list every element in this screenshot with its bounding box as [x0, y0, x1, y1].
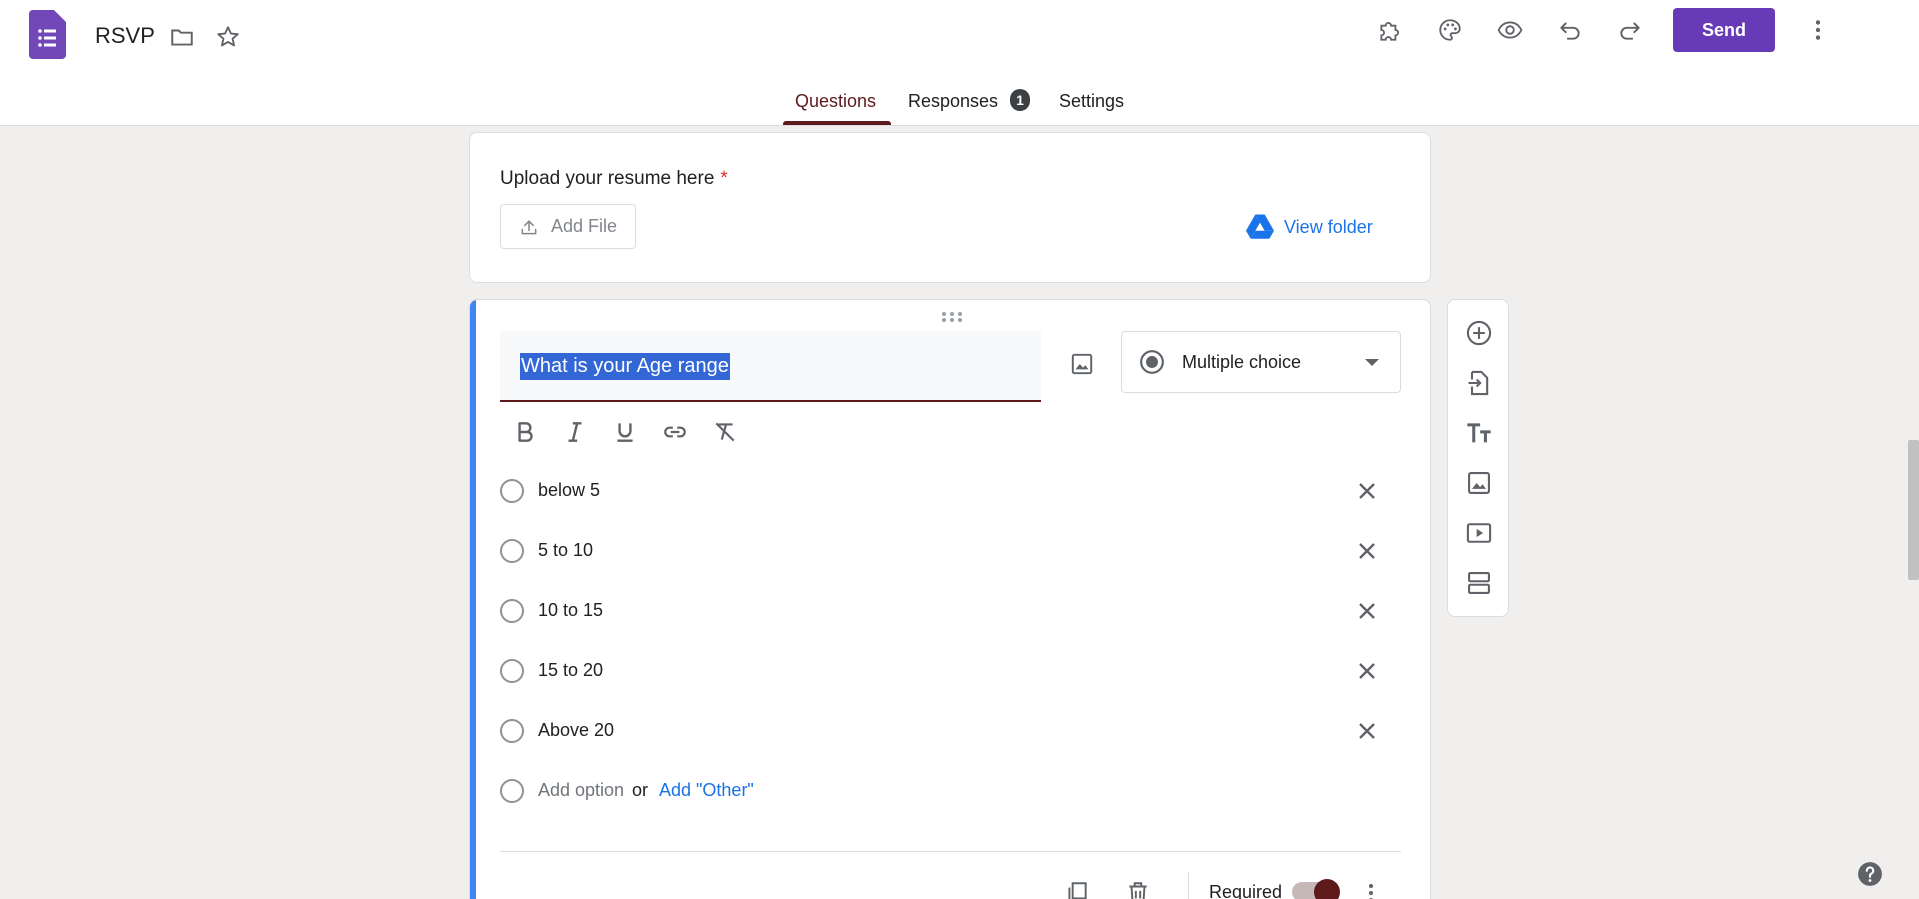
add-option-input[interactable]: Add option — [538, 780, 624, 801]
card-footer-divider — [500, 851, 1401, 852]
option-row: 15 to 20 — [500, 650, 1400, 690]
radio-icon — [500, 779, 524, 803]
google-drive-icon — [1246, 214, 1274, 239]
addon-puzzle-icon[interactable] — [1370, 10, 1410, 50]
underline-icon[interactable] — [600, 412, 650, 452]
footer-separator — [1188, 872, 1189, 899]
option-label[interactable]: Above 20 — [538, 720, 614, 741]
radio-icon — [500, 659, 524, 683]
add-file-label: Add File — [551, 216, 618, 236]
document-title[interactable]: RSVP — [95, 23, 155, 49]
floating-add-toolbar — [1447, 299, 1509, 617]
duplicate-icon[interactable] — [1059, 875, 1095, 899]
question-title-text: Upload your resume here — [500, 168, 715, 189]
or-text: or — [632, 780, 649, 800]
radio-icon — [500, 479, 524, 503]
add-image-icon[interactable] — [1062, 344, 1102, 384]
radio-icon — [500, 539, 524, 563]
add-section-icon[interactable] — [1459, 563, 1499, 603]
undo-icon[interactable] — [1550, 10, 1590, 50]
tab-questions[interactable]: Questions — [795, 91, 876, 112]
question-text-selected[interactable]: What is your Age range — [520, 353, 730, 380]
add-video-icon[interactable] — [1459, 513, 1499, 553]
clear-formatting-icon[interactable] — [700, 412, 750, 452]
multiple-choice-question-card[interactable]: What is your Age range Multiple choice b… — [469, 299, 1431, 899]
more-vert-icon[interactable] — [1798, 10, 1838, 50]
text-format-toolbar — [500, 412, 750, 452]
option-row: 5 to 10 — [500, 530, 1400, 570]
tab-responses[interactable]: Responses — [908, 91, 998, 112]
redo-icon[interactable] — [1610, 10, 1650, 50]
file-upload-question-card[interactable]: Upload your resume here * Add File View f… — [469, 132, 1431, 283]
required-toggle[interactable] — [1292, 879, 1340, 899]
radio-button-checked-icon — [1140, 350, 1164, 374]
question-type-label: Multiple choice — [1182, 352, 1302, 372]
drag-handle-icon[interactable] — [940, 310, 964, 324]
option-label[interactable]: 10 to 15 — [538, 600, 603, 621]
add-image-icon[interactable] — [1459, 463, 1499, 503]
add-question-icon[interactable] — [1459, 313, 1499, 353]
option-row: 10 to 15 — [500, 590, 1400, 630]
radio-icon — [500, 719, 524, 743]
more-options-icon[interactable] — [1353, 875, 1389, 899]
remove-option-close-icon[interactable] — [1350, 474, 1384, 508]
option-label[interactable]: 15 to 20 — [538, 660, 603, 681]
view-folder-link[interactable]: View folder — [1246, 214, 1373, 240]
remove-option-close-icon[interactable] — [1350, 714, 1384, 748]
radio-icon — [500, 599, 524, 623]
italic-icon[interactable] — [550, 412, 600, 452]
link-icon[interactable] — [650, 412, 700, 452]
remove-option-close-icon[interactable] — [1350, 654, 1384, 688]
option-label[interactable]: below 5 — [538, 480, 600, 501]
import-questions-icon[interactable] — [1459, 363, 1499, 403]
dropdown-arrow-icon — [1365, 359, 1379, 366]
preview-eye-icon[interactable] — [1490, 10, 1530, 50]
folder-icon[interactable] — [162, 17, 202, 57]
responses-count-badge: 1 — [1010, 89, 1030, 111]
palette-icon[interactable] — [1430, 10, 1470, 50]
page-scrollbar[interactable] — [1908, 440, 1919, 580]
send-button[interactable]: Send — [1673, 8, 1775, 52]
option-row: Above 20 — [500, 710, 1400, 750]
tab-bar: Questions Responses 1 Settings — [0, 88, 1919, 126]
add-other-link[interactable]: Add "Other" — [659, 780, 754, 801]
remove-option-close-icon[interactable] — [1350, 534, 1384, 568]
tab-settings[interactable]: Settings — [1059, 91, 1124, 112]
forms-logo-icon[interactable] — [29, 10, 66, 59]
add-option-row: Add option or Add "Other" — [500, 770, 1400, 810]
option-label[interactable]: 5 to 10 — [538, 540, 593, 561]
option-row: below 5 — [500, 470, 1400, 510]
help-icon[interactable] — [1856, 860, 1884, 888]
add-file-button[interactable]: Add File — [500, 204, 636, 249]
question-text-field[interactable]: What is your Age range — [500, 331, 1041, 402]
active-tab-indicator — [783, 121, 891, 125]
question-type-dropdown[interactable]: Multiple choice — [1121, 331, 1401, 393]
view-folder-label: View folder — [1284, 216, 1373, 237]
active-card-accent — [470, 300, 476, 899]
toggle-knob — [1314, 879, 1340, 899]
required-label: Required — [1209, 882, 1283, 899]
bold-icon[interactable] — [500, 412, 550, 452]
top-bar: RSVP Send Questions Responses 1 Settings — [0, 0, 1919, 126]
add-title-description-icon[interactable] — [1459, 413, 1499, 453]
delete-trash-icon[interactable] — [1120, 875, 1156, 899]
required-asterisk: * — [720, 168, 728, 189]
star-icon[interactable] — [208, 17, 248, 57]
question-title: Upload your resume here * — [500, 168, 728, 190]
remove-option-close-icon[interactable] — [1350, 594, 1384, 628]
upload-icon — [521, 219, 537, 234]
